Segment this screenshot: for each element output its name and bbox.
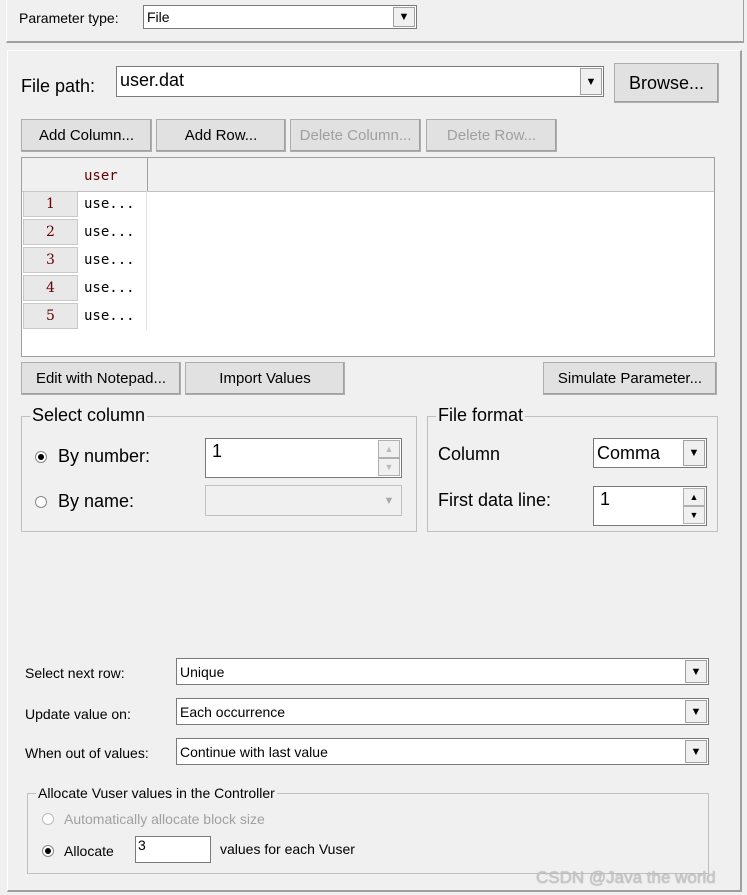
row-header[interactable]: 1 (23, 191, 78, 217)
edit-with-notepad-button[interactable]: Edit with Notepad... (21, 362, 181, 395)
add-row-button[interactable]: Add Row... (156, 119, 286, 152)
by-number-spinner[interactable]: 1 ▲ ▼ (205, 438, 402, 478)
by-number-value: 1 (212, 441, 223, 461)
file-format-title: File format (436, 405, 526, 426)
auto-allocate-label: Automatically allocate block size (64, 811, 265, 827)
grid-header-row (22, 158, 714, 192)
file-path-select[interactable]: user.dat ▼ (116, 66, 604, 97)
grid-cell[interactable]: use... (84, 280, 135, 296)
update-value-on-label: Update value on: (25, 706, 131, 722)
simulate-parameter-button[interactable]: Simulate Parameter... (543, 362, 717, 395)
by-number-radio[interactable] (35, 451, 47, 463)
file-path-value: user.dat (120, 70, 185, 90)
chevron-down-icon[interactable]: ▼ (393, 7, 415, 27)
allocate-suffix: values for each Vuser (220, 841, 355, 857)
by-name-radio[interactable] (35, 496, 47, 508)
row-header[interactable]: 4 (23, 275, 78, 301)
grid-cell-border (146, 191, 147, 330)
by-name-label: By name: (58, 491, 135, 511)
column-delimiter-value: Comma (597, 442, 661, 463)
allocate-value-input[interactable]: 3 (135, 836, 211, 863)
row-header[interactable]: 2 (23, 219, 78, 245)
add-column-button[interactable]: Add Column... (21, 119, 152, 152)
column-delimiter-select[interactable]: Comma ▼ (593, 438, 707, 468)
allocate-group: Allocate Vuser values in the Controller (27, 785, 709, 874)
grid-header-divider (147, 158, 148, 191)
import-values-button[interactable]: Import Values (185, 362, 345, 395)
first-data-line-value: 1 (600, 489, 611, 509)
update-value-on-select[interactable]: Each occurrence ▼ (176, 698, 709, 725)
watermark: CSDN @Java the world (536, 868, 716, 887)
select-next-row-label: Select next row: (25, 665, 125, 681)
select-column-title: Select column (30, 405, 148, 426)
parameter-type-label: Parameter type: (19, 10, 119, 26)
grid-cell[interactable]: use... (84, 252, 135, 268)
allocate-title: Allocate Vuser values in the Controller (36, 785, 277, 801)
chevron-down-icon[interactable]: ▼ (685, 700, 707, 723)
when-out-of-values-label: When out of values: (25, 745, 149, 761)
browse-button[interactable]: Browse... (614, 63, 719, 103)
delete-row-button[interactable]: Delete Row... (426, 119, 557, 152)
grid-cell[interactable]: use... (84, 196, 135, 212)
parameter-type-value: File (147, 9, 170, 25)
select-next-row-value: Unique (180, 663, 225, 680)
grid-cell[interactable]: use... (84, 224, 135, 240)
allocate-radio[interactable] (42, 845, 54, 857)
auto-allocate-radio[interactable] (42, 813, 54, 825)
chevron-down-icon[interactable]: ▼ (580, 68, 602, 95)
spin-down-icon[interactable]: ▼ (378, 457, 400, 476)
when-out-of-values-value: Continue with last value (180, 743, 328, 760)
chevron-down-icon[interactable]: ▼ (378, 487, 400, 514)
select-next-row-select[interactable]: Unique ▼ (176, 658, 709, 685)
allocate-value: 3 (138, 837, 146, 853)
parameter-type-select[interactable]: File ▼ (143, 5, 417, 29)
column-label: Column (438, 444, 501, 464)
by-name-select[interactable]: ▼ (205, 485, 402, 516)
first-data-line-label: First data line: (438, 490, 552, 510)
chevron-down-icon[interactable]: ▼ (685, 660, 707, 683)
row-header[interactable]: 3 (23, 247, 78, 273)
file-path-label: File path: (21, 76, 96, 96)
chevron-down-icon[interactable]: ▼ (685, 740, 707, 763)
by-number-label: By number: (58, 446, 151, 466)
allocate-label: Allocate (64, 843, 114, 859)
update-value-on-value: Each occurrence (180, 703, 286, 720)
spin-up-icon[interactable]: ▲ (683, 488, 705, 507)
first-data-line-spinner[interactable]: 1 ▲ ▼ (593, 486, 707, 526)
when-out-of-values-select[interactable]: Continue with last value ▼ (176, 738, 709, 765)
grid-cell[interactable]: use... (84, 308, 135, 324)
row-header[interactable]: 5 (23, 303, 78, 329)
spin-up-icon[interactable]: ▲ (378, 440, 400, 459)
delete-column-button[interactable]: Delete Column... (290, 119, 421, 152)
chevron-down-icon[interactable]: ▼ (683, 440, 705, 466)
spin-down-icon[interactable]: ▼ (683, 505, 705, 524)
column-header-user[interactable]: user (84, 168, 118, 184)
